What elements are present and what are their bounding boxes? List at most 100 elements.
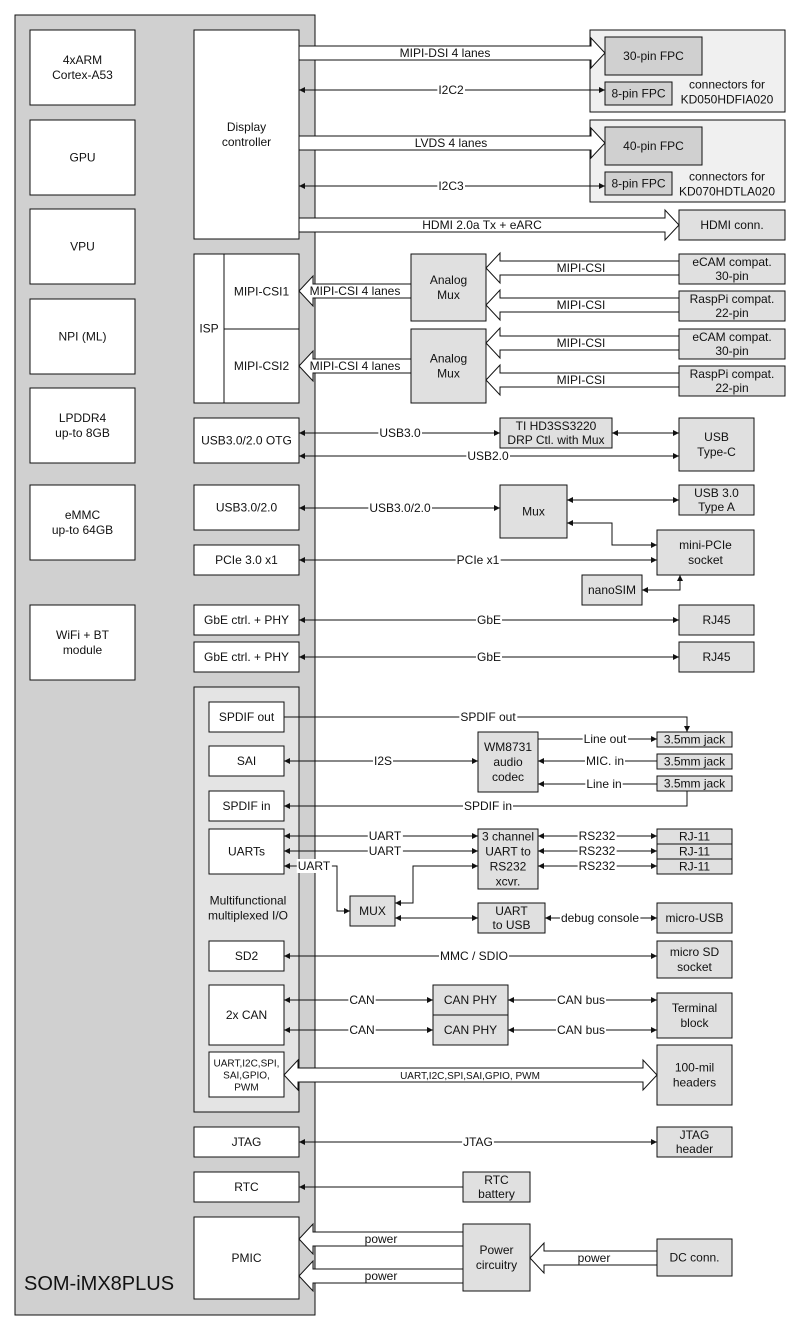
- rs232a-wire-arrowhead: [651, 833, 657, 839]
- display-group-1-caption-label: KD050HDFIA020: [681, 93, 774, 107]
- rpi-connector-1-label: RaspPi compat.: [690, 292, 775, 306]
- gbe2-block-label: GbE ctrl. + PHY: [204, 650, 289, 664]
- som-block-diagram: 4xARMCortex-A53GPUVPUNPI (ML)LPDDR4up-to…: [14, 14, 786, 1316]
- analog-mux-2-label: Analog: [430, 352, 467, 366]
- csi1-bus-label: MIPI-CSI 4 lanes: [310, 284, 401, 298]
- wm8731-codec-label: audio: [493, 755, 523, 769]
- debug-console-wire-arrowhead: [545, 915, 551, 921]
- uart-to-usb-bridge-label: UART: [495, 904, 528, 918]
- ecam-connector-2-label: 30-pin: [715, 344, 748, 358]
- usb30-wire-label: USB3.0: [379, 426, 421, 440]
- uart3-wire-label: UART: [298, 859, 331, 873]
- spdif-in-wire-label: SPDIF in: [464, 799, 512, 813]
- jtag-wire-arrowhead: [651, 1139, 657, 1145]
- can-block-label: 2x CAN: [226, 1008, 267, 1022]
- rpi-connector-1-label: 22-pin: [715, 306, 748, 320]
- ecam-connector-2-label: eCAM compat.: [692, 330, 771, 344]
- usb-type-c-connector-label: Type-C: [697, 445, 736, 459]
- mfio-caption-label: multiplexed I/O: [208, 909, 288, 923]
- gbe1-block-label: GbE ctrl. + PHY: [204, 613, 289, 627]
- mic-in-wire-label: MIC. in: [586, 754, 624, 768]
- rs232-transceiver-label: 3 channel: [482, 830, 534, 844]
- uart2-wire-label: UART: [369, 844, 402, 858]
- terminal-block-label: block: [680, 1016, 709, 1030]
- rj45-connector-2-label: RJ45: [702, 650, 730, 664]
- rs232a-wire-arrowhead: [538, 833, 544, 839]
- ti-hd3ss3220-chip-label: DRP Ctl. with Mux: [507, 433, 604, 447]
- dc-connector-label: DC conn.: [669, 1251, 719, 1265]
- mipi-csi1-block-label: MIPI-CSI1: [234, 285, 290, 299]
- sai-block-label: SAI: [237, 754, 256, 768]
- gbe1-wire-arrowhead: [673, 617, 679, 623]
- rj45-connector-1-label: RJ45: [702, 613, 730, 627]
- mini-pcie-socket-label: mini-PCIe: [679, 538, 732, 552]
- headers-100mil-label: headers: [673, 1076, 716, 1090]
- usb3020-wire-label: USB3.0/2.0: [369, 501, 431, 515]
- audio-jack-2-label: 3.5mm jack: [664, 755, 726, 769]
- fpc8b-connector-label: 8-pin FPC: [611, 177, 665, 191]
- hdmi-bus-label: HDMI 2.0a Tx + eARC: [422, 218, 542, 232]
- usb-otg-block-label: USB3.0/2.0 OTG: [201, 434, 292, 448]
- micro-usb-connector-label: micro-USB: [665, 911, 723, 925]
- ecam-connector-1-label: 30-pin: [715, 269, 748, 283]
- nanosim-wire2-arrowhead: [677, 575, 683, 581]
- power-circuitry-label: circuitry: [476, 1258, 517, 1272]
- gpio-block-label: UART,I2C,SPI,: [214, 1059, 280, 1070]
- display-group-2-caption-label: connectors for: [689, 170, 765, 184]
- mipi-dsi-bus-label: MIPI-DSI 4 lanes: [400, 46, 491, 60]
- uarts-block-label: UARTs: [228, 845, 265, 859]
- mux-to-typea-wire-arrowhead: [673, 497, 679, 503]
- emmc-block-label: up-to 64GB: [52, 523, 113, 537]
- pcie-wire-label: PCIe x1: [457, 553, 500, 567]
- can2-wire-label: CAN: [349, 1023, 374, 1037]
- spdif-out-wire-arrowhead: [684, 726, 690, 732]
- rs232-transceiver-label: UART to: [485, 845, 531, 859]
- hdmi-connector-label: HDMI conn.: [700, 218, 763, 232]
- mmc-sdio-wire-arrowhead: [651, 953, 657, 959]
- rpi-connector-2-label: RaspPi compat.: [690, 367, 775, 381]
- ecam-connector-1-label: eCAM compat.: [692, 255, 771, 269]
- rj11-connector-3-label: RJ-11: [679, 860, 710, 874]
- gpio-block-label: PWM: [234, 1083, 258, 1094]
- rj11-connector-2-label: RJ-11: [679, 845, 710, 859]
- uart1-wire-arrowhead: [472, 833, 478, 839]
- can-phy-2-label: CAN PHY: [444, 1023, 497, 1037]
- audio-jack-3-label: 3.5mm jack: [664, 777, 726, 791]
- micro-sd-socket-label: micro SD: [670, 945, 720, 959]
- line-in-wire-arrowhead: [538, 781, 544, 787]
- wm8731-codec-label: WM8731: [484, 740, 532, 754]
- fpc40-connector-label: 40-pin FPC: [623, 139, 684, 153]
- power1-bus-label: power: [365, 1232, 398, 1246]
- rs232c-wire-arrowhead: [651, 863, 657, 869]
- usb3020-wire-arrowhead: [494, 505, 500, 511]
- analog-mux-1-label: Mux: [437, 288, 460, 302]
- gpio-block-label: SAI,GPIO,: [223, 1071, 270, 1082]
- spdif-out-wire-label: SPDIF out: [460, 710, 516, 724]
- isp-block-label: ISP: [199, 322, 218, 336]
- display-group-1-caption-label: connectors for: [689, 78, 765, 92]
- mux-to-minipcie-wire-arrowhead: [567, 520, 573, 526]
- can2-wire-arrowhead: [427, 1027, 433, 1033]
- power-circuitry-label: Power: [479, 1243, 513, 1257]
- gpu-block-label: GPU: [69, 151, 95, 165]
- usb20-wire-label: USB2.0: [467, 449, 509, 463]
- mux-to-typea-wire-arrowhead: [567, 497, 573, 503]
- power3-bus-label: power: [578, 1251, 611, 1265]
- i2c3-wire-label: I2C3: [438, 179, 464, 193]
- rs232c-wire-arrowhead: [538, 863, 544, 869]
- power2-bus-label: power: [365, 1269, 398, 1283]
- audio-jack-1-label: 3.5mm jack: [664, 733, 726, 747]
- mux-to-rs232-wire: [395, 865, 478, 904]
- rs232a-wire-label: RS232: [579, 829, 616, 843]
- rs232c-wire-label: RS232: [579, 859, 616, 873]
- uart2-wire-arrowhead: [472, 848, 478, 854]
- wifi-bt-block-label: WiFi + BT: [56, 628, 110, 642]
- gbe1-wire-label: GbE: [477, 613, 501, 627]
- ti-hd3ss3220-chip-label: TI HD3SS3220: [516, 419, 597, 433]
- npu-block-label: NPI (ML): [59, 330, 107, 344]
- debug-console-wire-label: debug console: [561, 911, 639, 925]
- fpc30-connector-label: 30-pin FPC: [623, 49, 684, 63]
- csi-d-bus-label: MIPI-CSI: [557, 373, 606, 387]
- display-group-2-caption-label: KD070HDTLA020: [679, 185, 775, 199]
- can-phy-1-label: CAN PHY: [444, 993, 497, 1007]
